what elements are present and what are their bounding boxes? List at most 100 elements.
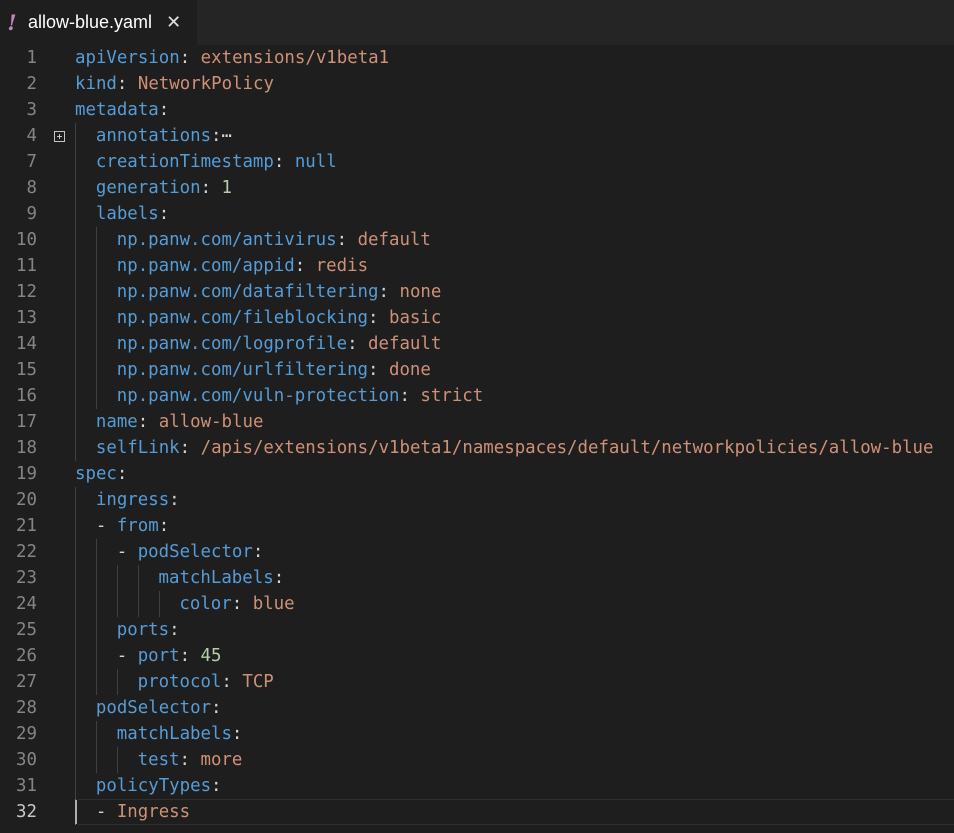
code-editor[interactable]: 1 apiVersion: extensions/v1beta1 2 kind: Ne… [0,45,954,833]
code-token: from [116,516,159,536]
indent-guide [95,331,97,357]
indent-guide [75,123,76,149]
tab-allow-blue-yaml[interactable]: ! allow-blue.yaml ✕ [0,0,197,45]
code-token: : [179,646,201,666]
warning-icon: ! [7,10,17,35]
line-content: color: blue [179,591,294,617]
code-token: color [179,594,232,614]
code-line[interactable]: 29 matchLabels: [0,721,954,747]
code-line[interactable]: 16 np.panw.com/vuln-protection: strict [0,383,954,409]
code-line[interactable]: 20 ingress: [0,487,954,513]
line-number: 1 [26,48,37,68]
line-content: matchLabels: [159,565,285,591]
indent-guide [116,747,118,773]
line-content: np.panw.com/urlfiltering: done [117,357,431,383]
expand-fold-icon[interactable] [54,130,65,142]
code-token: policyTypes [95,776,212,796]
code-token: port [137,646,180,666]
code-token: : [179,48,201,68]
code-line[interactable]: 8 generation: 1 [0,175,954,201]
code-token: : [179,438,201,458]
code-line[interactable]: 24 color: blue [0,591,954,617]
line-content: protocol: TCP [138,669,274,695]
code-token: : [294,256,316,276]
code-line[interactable]: 21 - from: [0,513,954,539]
line-number: 15 [16,360,37,380]
code-token: kind [75,74,117,94]
code-line[interactable]: 1 apiVersion: extensions/v1beta1 [0,45,954,71]
line-number: 3 [26,100,37,120]
indent-guide [75,487,76,513]
line-number: 24 [16,594,37,614]
code-line[interactable]: 23 matchLabels: [0,565,954,591]
code-line[interactable]: 3 metadata: [0,97,954,123]
line-number: 21 [16,516,37,536]
code-token: default [368,334,442,354]
code-token: default [357,230,431,250]
line-content: spec: [75,461,127,487]
code-line[interactable]: 19 spec: [0,461,954,487]
code-token: np.panw.com/antivirus [116,230,337,250]
indent-guide [75,721,76,747]
code-token: np.panw.com/datafiltering [116,282,379,302]
code-token: - [116,646,138,666]
code-token: creationTimestamp [95,152,274,172]
code-line[interactable]: 2 kind: NetworkPolicy [0,71,954,97]
code-token: apiVersion [75,48,180,68]
code-token: : [368,308,389,328]
code-line[interactable]: 17 name: allow-blue [0,409,954,435]
code-token: : [368,360,389,380]
code-token: null [294,152,337,172]
indent-guide [75,305,76,331]
code-line[interactable]: 15 np.panw.com/urlfiltering: done [0,357,954,383]
indent-guide [75,747,76,773]
indent-guide [75,383,76,409]
code-line[interactable]: 10 np.panw.com/antivirus: default [0,227,954,253]
code-line[interactable]: 28 podSelector: [0,695,954,721]
code-token: Ingress [116,802,191,822]
indent-guide [95,591,97,617]
code-token: : [137,412,159,432]
line-content: creationTimestamp: null [96,149,337,175]
indent-guide [75,643,76,669]
code-line[interactable]: 27 protocol: TCP [0,669,954,695]
code-token: ports [116,620,170,640]
code-line[interactable]: 32 - Ingress [0,799,954,825]
code-token: 45 [200,646,222,666]
code-line[interactable]: 13 np.panw.com/fileblocking: basic [0,305,954,331]
code-line[interactable]: 4 annotations:⋯ [0,123,954,149]
line-content: - Ingress [96,799,190,825]
close-icon[interactable]: ✕ [166,13,181,32]
code-token: more [200,750,243,770]
code-token: np.panw.com/logprofile [116,334,348,354]
code-token: NetworkPolicy [137,74,274,94]
code-token: : [231,594,253,614]
indent-guide [95,669,97,695]
indent-guide [95,565,97,591]
line-number: 27 [16,672,37,692]
line-content: ingress: [96,487,180,513]
indent-guide [75,149,76,175]
indent-guide [75,695,76,721]
code-line[interactable]: 11 np.panw.com/appid: redis [0,253,954,279]
code-line[interactable]: 14 np.panw.com/logprofile: default [0,331,954,357]
code-line[interactable]: 7 creationTimestamp: null [0,149,954,175]
code-line[interactable]: 26 - port: 45 [0,643,954,669]
code-line[interactable]: 22 - podSelector: [0,539,954,565]
code-line[interactable]: 31 policyTypes: [0,773,954,799]
code-line[interactable]: 18 selfLink: /apis/extensions/v1beta1/nam… [0,435,954,461]
text-cursor [75,800,77,824]
line-content: np.panw.com/appid: redis [117,253,368,279]
code-line[interactable]: 30 test: more [0,747,954,773]
indent-guide [75,253,76,279]
code-line[interactable]: 9 labels: [0,201,954,227]
indent-guide [75,513,76,539]
indent-guide [75,175,76,201]
code-line[interactable]: 25 ports: [0,617,954,643]
line-content: generation: 1 [96,175,232,201]
editor-window: ! allow-blue.yaml ✕ 1 apiVersion: extensi… [0,0,954,833]
code-token: spec [75,464,117,484]
code-token: np.panw.com/urlfiltering [116,360,369,380]
code-token: matchLabels [158,568,274,588]
code-line[interactable]: 12 np.panw.com/datafiltering: none [0,279,954,305]
